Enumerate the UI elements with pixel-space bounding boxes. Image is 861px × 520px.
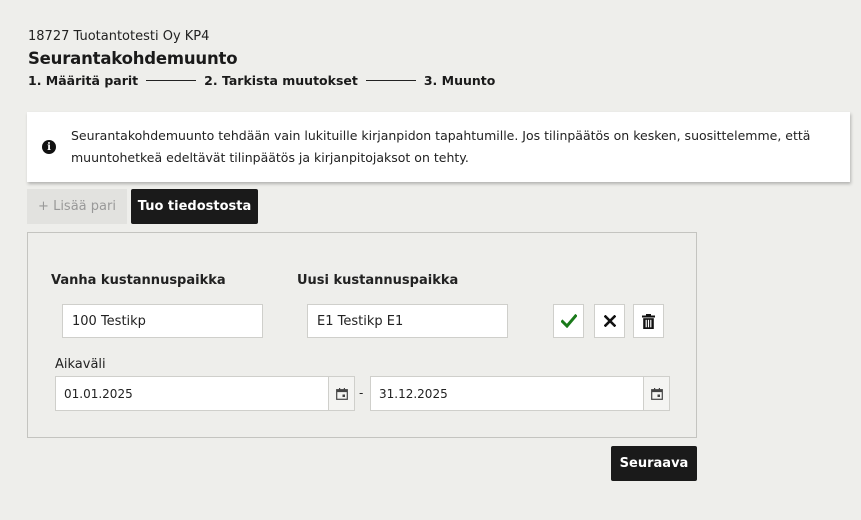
step-divider xyxy=(365,80,416,81)
info-banner: i Seurantakohdemuunto tehdään vain lukit… xyxy=(27,112,850,182)
old-cost-center-field[interactable]: 100 Testikp xyxy=(62,304,263,338)
info-text: Seurantakohdemuunto tehdään vain lukitui… xyxy=(71,128,811,165)
calendar-icon xyxy=(335,387,348,400)
new-cost-center-label: Uusi kustannuspaikka xyxy=(297,273,459,288)
delete-button[interactable] xyxy=(633,304,664,338)
close-icon xyxy=(603,315,616,327)
pair-panel: Vanha kustannuspaikka Uusi kustannuspaik… xyxy=(27,232,697,438)
new-cost-center-field[interactable]: E1 Testikp E1 xyxy=(307,304,508,338)
old-cost-center-label: Vanha kustannuspaikka xyxy=(51,273,226,288)
calendar-icon xyxy=(650,387,663,400)
new-cost-center-value: E1 Testikp E1 xyxy=(317,313,404,329)
end-date-value: 31.12.2025 xyxy=(379,386,448,401)
period-label: Aikaväli xyxy=(55,357,106,372)
stepper: 1. Määritä parit 2. Tarkista muutokset 3… xyxy=(28,73,495,88)
start-date-field[interactable]: 01.01.2025 xyxy=(55,376,355,411)
confirm-button[interactable] xyxy=(553,304,584,338)
company-name: 18727 Tuotantotesti Oy KP4 xyxy=(28,29,210,44)
trash-icon xyxy=(642,313,655,329)
import-from-file-button[interactable]: Tuo tiedostosta xyxy=(131,189,258,224)
cancel-button[interactable] xyxy=(594,304,625,338)
next-button[interactable]: Seuraava xyxy=(611,446,697,481)
page-title: Seurantakohdemuunto xyxy=(28,49,238,68)
step-2: 2. Tarkista muutokset xyxy=(204,73,358,88)
step-divider xyxy=(146,80,197,81)
end-date-field[interactable]: 31.12.2025 xyxy=(370,376,670,411)
end-date-picker-button[interactable] xyxy=(643,377,669,410)
old-cost-center-value: 100 Testikp xyxy=(72,313,146,329)
start-date-value: 01.01.2025 xyxy=(64,386,133,401)
start-date-picker-button[interactable] xyxy=(328,377,354,410)
date-range-separator: - xyxy=(359,386,364,400)
check-icon xyxy=(560,314,577,328)
add-pair-button[interactable]: + Lisää pari xyxy=(27,189,127,224)
info-icon: i xyxy=(42,140,56,154)
step-1: 1. Määritä parit xyxy=(28,73,139,88)
step-3: 3. Muunto xyxy=(423,73,496,88)
